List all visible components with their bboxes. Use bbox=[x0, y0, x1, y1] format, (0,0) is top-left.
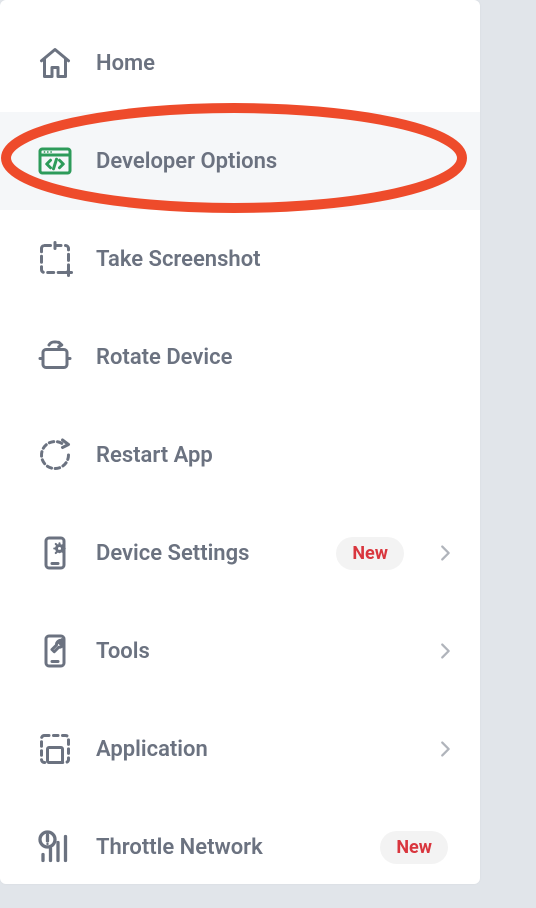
menu-item-label: Device Settings bbox=[96, 541, 314, 566]
menu-item-application[interactable]: Application bbox=[0, 700, 480, 798]
menu-item-label: Throttle Network bbox=[96, 835, 358, 860]
throttle-icon bbox=[36, 828, 74, 866]
menu-item-label: Home bbox=[96, 51, 456, 76]
menu-item-label: Developer Options bbox=[96, 149, 456, 174]
chevron-right-icon bbox=[434, 640, 456, 662]
menu-item-rotate-device[interactable]: Rotate Device bbox=[0, 308, 480, 406]
application-icon bbox=[36, 730, 74, 768]
code-window-icon bbox=[36, 142, 74, 180]
menu-item-home[interactable]: Home bbox=[0, 14, 480, 112]
new-badge: New bbox=[380, 831, 448, 864]
sidebar-panel: Home Developer Options bbox=[0, 0, 480, 884]
tools-icon bbox=[36, 632, 74, 670]
menu-item-label: Restart App bbox=[96, 443, 456, 468]
menu-item-take-screenshot[interactable]: Take Screenshot bbox=[0, 210, 480, 308]
new-badge: New bbox=[336, 537, 404, 570]
menu-item-device-settings[interactable]: Device Settings New bbox=[0, 504, 480, 602]
rotate-icon bbox=[36, 338, 74, 376]
menu-item-label: Rotate Device bbox=[96, 345, 456, 370]
device-settings-icon bbox=[36, 534, 74, 572]
chevron-right-icon bbox=[434, 542, 456, 564]
chevron-right-icon bbox=[434, 738, 456, 760]
home-icon bbox=[36, 44, 74, 82]
menu-item-developer-options[interactable]: Developer Options bbox=[0, 112, 480, 210]
menu-item-label: Application bbox=[96, 737, 412, 762]
menu-item-tools[interactable]: Tools bbox=[0, 602, 480, 700]
restart-icon bbox=[36, 436, 74, 474]
menu-item-throttle-network[interactable]: Throttle Network New bbox=[0, 798, 480, 896]
menu-item-label: Tools bbox=[96, 639, 412, 664]
screenshot-icon bbox=[36, 240, 74, 278]
menu-item-restart-app[interactable]: Restart App bbox=[0, 406, 480, 504]
menu-item-label: Take Screenshot bbox=[96, 247, 456, 272]
